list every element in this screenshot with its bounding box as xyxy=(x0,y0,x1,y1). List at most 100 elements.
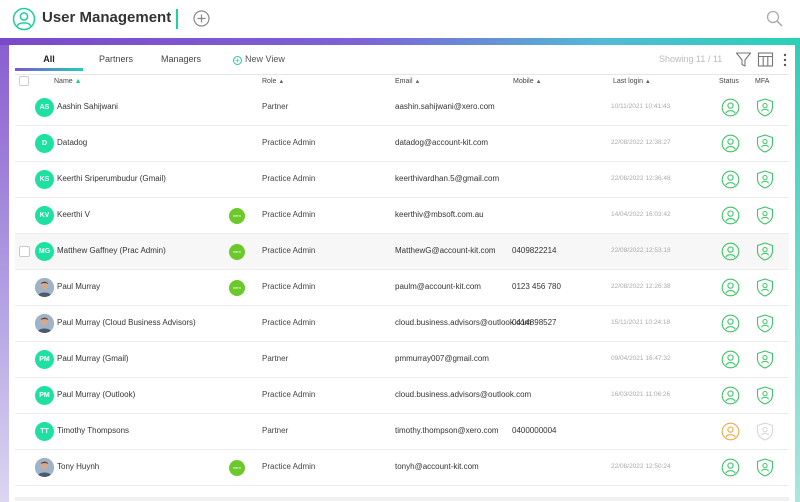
user-name[interactable]: Keerthi V xyxy=(57,210,90,219)
mfa-shield-icon[interactable] xyxy=(756,314,774,333)
user-email: cloud.business.advisors@outlook.com xyxy=(395,318,532,327)
select-all-checkbox[interactable] xyxy=(19,76,29,86)
column-header-email[interactable]: Email ▲ xyxy=(395,78,420,85)
table-row[interactable]: KV Keerthi V xero Practice Admin keerthiv@mb… xyxy=(15,198,789,234)
status-user-icon[interactable] xyxy=(721,422,740,441)
plus-circle-icon[interactable] xyxy=(193,10,210,27)
user-email: keerthiv@mbsoft.com.au xyxy=(395,210,484,219)
filter-icon[interactable] xyxy=(735,51,752,68)
more-vertical-icon[interactable] xyxy=(782,52,788,68)
user-role: Practice Admin xyxy=(262,246,316,255)
avatar: AS xyxy=(35,98,54,117)
column-header-role[interactable]: Role ▲ xyxy=(262,78,284,85)
column-label: Mobile xyxy=(513,78,534,85)
row-checkbox[interactable] xyxy=(19,246,30,257)
user-name[interactable]: Matthew Gaffney (Prac Admin) xyxy=(57,246,166,255)
user-name[interactable]: Aashin Sahijwani xyxy=(57,102,118,111)
mfa-shield-icon[interactable] xyxy=(756,386,774,405)
user-name[interactable]: Paul Murray xyxy=(57,282,100,291)
tab-partners[interactable]: Partners xyxy=(87,52,145,74)
user-mobile: 0400000004 xyxy=(512,426,557,435)
sort-asc-icon: ▲ xyxy=(74,78,82,85)
table-row[interactable]: MG Matthew Gaffney (Prac Admin) xero Practi… xyxy=(15,234,789,270)
columns-icon[interactable] xyxy=(757,51,774,68)
user-email: aashin.sahijwani@xero.com xyxy=(395,102,495,111)
column-header-name[interactable]: Name ▲ xyxy=(54,78,82,85)
sort-icon: ▲ xyxy=(535,79,542,85)
user-name[interactable]: Paul Murray (Cloud Business Advisors) xyxy=(57,318,196,327)
app-header: User Management xyxy=(0,0,800,38)
new-view-button[interactable]: + New View xyxy=(233,54,285,65)
status-user-icon[interactable] xyxy=(721,278,740,297)
column-label: Role xyxy=(262,78,277,85)
user-name[interactable]: Timothy Thompsons xyxy=(57,426,129,435)
tab-underline xyxy=(15,68,83,71)
status-user-icon[interactable] xyxy=(721,134,740,153)
table-row[interactable]: Paul Murray xero Practice Admin paulm@accou… xyxy=(15,270,789,306)
user-role: Partner xyxy=(262,354,289,363)
avatar: PM xyxy=(35,350,54,369)
avatar: KS xyxy=(35,170,54,189)
table-row[interactable]: PM Paul Murray (Gmail) Partner pmmurray007@… xyxy=(15,342,789,378)
user-last-login: 22/08/2022 12:36:48 xyxy=(611,175,671,182)
user-circle-icon[interactable] xyxy=(12,7,36,31)
user-email: pmmurray007@gmail.com xyxy=(395,354,489,363)
table-row[interactable]: D Datadog Practice Admin datadog@account-ki… xyxy=(15,126,789,162)
xero-badge: xero xyxy=(229,280,245,296)
user-role: Practice Admin xyxy=(262,462,316,471)
avatar xyxy=(35,458,54,477)
mfa-shield-icon[interactable] xyxy=(756,170,774,189)
search-icon[interactable] xyxy=(766,10,783,27)
plus-icon: + xyxy=(233,56,242,65)
mfa-shield-icon[interactable] xyxy=(756,134,774,153)
status-user-icon[interactable] xyxy=(721,350,740,369)
user-mobile: 0414898527 xyxy=(512,318,557,327)
status-user-icon[interactable] xyxy=(721,458,740,477)
column-header-last-login[interactable]: Last login ▲ xyxy=(613,78,651,85)
user-role: Practice Admin xyxy=(262,282,316,291)
status-user-icon[interactable] xyxy=(721,98,740,117)
mfa-shield-icon[interactable] xyxy=(756,422,774,441)
tab-managers[interactable]: Managers xyxy=(151,52,211,74)
user-email: tonyh@account-kit.com xyxy=(395,462,479,471)
user-last-login: 15/11/2021 10:24:18 xyxy=(611,319,671,326)
user-name[interactable]: Paul Murray (Gmail) xyxy=(57,354,129,363)
column-header-mobile[interactable]: Mobile ▲ xyxy=(513,78,542,85)
column-header-mfa[interactable]: MFA xyxy=(755,78,769,85)
background-gradient-right xyxy=(795,45,800,502)
mfa-shield-icon[interactable] xyxy=(756,350,774,369)
user-email: MatthewG@account-kit.com xyxy=(395,246,496,255)
user-name[interactable]: Tony Huynh xyxy=(57,462,99,471)
avatar: PM xyxy=(35,386,54,405)
status-user-icon[interactable] xyxy=(721,386,740,405)
tab-label: Managers xyxy=(160,54,202,64)
table-row[interactable]: Tony Huynh xero Practice Admin tonyh@accoun… xyxy=(15,450,789,486)
status-user-icon[interactable] xyxy=(721,242,740,261)
status-user-icon[interactable] xyxy=(721,206,740,225)
user-last-login: 09/04/2021 16:47:32 xyxy=(611,355,671,362)
mfa-shield-icon[interactable] xyxy=(756,458,774,477)
status-user-icon[interactable] xyxy=(721,314,740,333)
column-header-status[interactable]: Status xyxy=(719,78,739,85)
table-row[interactable]: AS Aashin Sahijwani Partner aashin.sahijwan… xyxy=(15,90,789,126)
table-row[interactable]: KS Keerthi Sriperumbudur (Gmail) Practice … xyxy=(15,162,789,198)
user-mobile: 0123 456 780 xyxy=(512,282,561,291)
mfa-shield-icon[interactable] xyxy=(756,242,774,261)
user-name[interactable]: Datadog xyxy=(57,138,87,147)
status-user-icon[interactable] xyxy=(721,170,740,189)
table-header: Name ▲ Role ▲ Email ▲ Mobile ▲ Last logi… xyxy=(15,75,789,89)
table-row[interactable]: TT Timothy Thompsons Partner timothy.thomps… xyxy=(15,414,789,450)
horizontal-scrollbar[interactable] xyxy=(15,497,789,501)
user-name[interactable]: Keerthi Sriperumbudur (Gmail) xyxy=(57,174,166,183)
mfa-shield-icon[interactable] xyxy=(756,206,774,225)
user-last-login: 22/08/2022 12:50:24 xyxy=(611,463,671,470)
mfa-shield-icon[interactable] xyxy=(756,278,774,297)
user-name[interactable]: Paul Murray (Outlook) xyxy=(57,390,135,399)
user-role: Practice Admin xyxy=(262,318,316,327)
table-row[interactable]: PM Paul Murray (Outlook) Practice Admin clo… xyxy=(15,378,789,414)
tab-all[interactable]: All xyxy=(15,52,83,74)
user-email: keerthivardhan.5@gmail.com xyxy=(395,174,500,183)
mfa-shield-icon[interactable] xyxy=(756,98,774,117)
table-row[interactable]: Paul Murray (Cloud Business Advisors) Pra… xyxy=(15,306,789,342)
user-email: cloud.business.advisors@outlook.com xyxy=(395,390,532,399)
